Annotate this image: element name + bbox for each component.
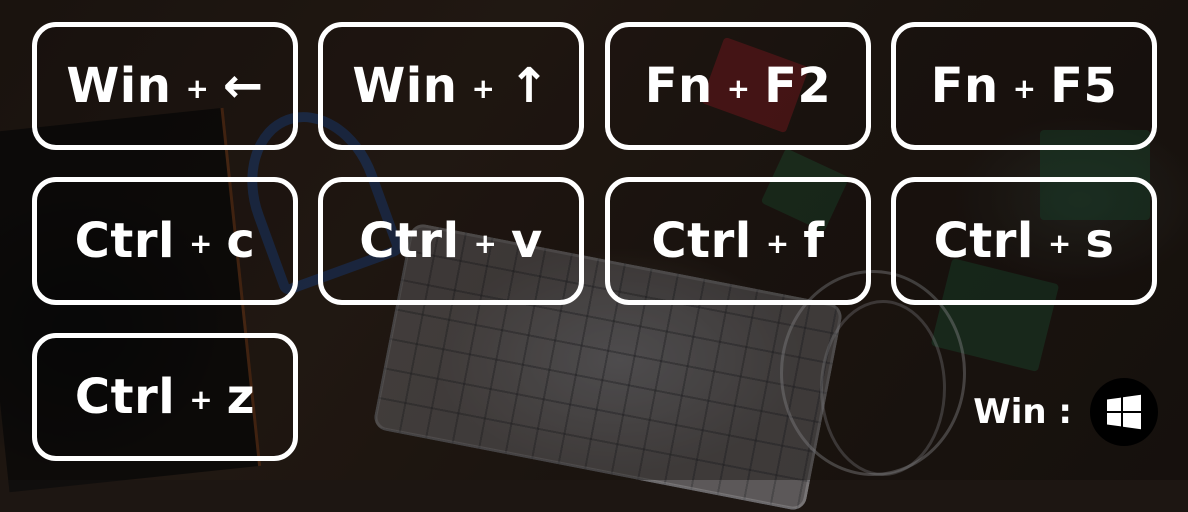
shortcut-arg: v xyxy=(510,213,543,269)
shortcut-tile-fn-f5: Fn + F5 xyxy=(891,22,1157,150)
shortcut-key: Ctrl xyxy=(359,213,460,269)
shortcut-tile-ctrl-c: Ctrl + c xyxy=(32,177,298,305)
shortcut-tile-ctrl-z: Ctrl + z xyxy=(32,333,298,461)
shortcut-key: Ctrl xyxy=(933,213,1034,269)
shortcut-key: Win xyxy=(66,58,172,114)
arrow-left-icon: ← xyxy=(222,58,264,114)
plus-sign: + xyxy=(188,227,213,260)
plus-sign: + xyxy=(471,72,495,105)
windows-logo-glyph xyxy=(1107,394,1141,430)
arrow-up-icon: ↑ xyxy=(508,58,550,114)
plus-sign: + xyxy=(185,72,209,105)
shortcut-arg: s xyxy=(1085,213,1115,269)
shortcut-arg: F2 xyxy=(764,58,832,114)
shortcut-key: Win xyxy=(352,58,458,114)
plus-sign: + xyxy=(765,227,790,260)
shortcut-arg: f xyxy=(803,213,825,269)
shortcut-tile-win-left: Win + ← xyxy=(32,22,298,150)
shortcut-arg: F5 xyxy=(1050,58,1118,114)
shortcut-key: Ctrl xyxy=(651,213,752,269)
shortcut-key: Ctrl xyxy=(74,369,176,425)
shortcut-tile-ctrl-f: Ctrl + f xyxy=(605,177,871,305)
plus-sign: + xyxy=(189,383,213,416)
legend-label: Win : xyxy=(973,392,1072,432)
shortcut-tile-win-up: Win + ↑ xyxy=(318,22,584,150)
shortcut-arg: c xyxy=(226,213,256,269)
plus-sign: + xyxy=(1012,72,1037,105)
shortcut-tile-ctrl-s: Ctrl + s xyxy=(891,177,1157,305)
plus-sign: + xyxy=(1047,227,1072,260)
plus-sign: + xyxy=(473,227,497,260)
shortcut-key: Fn xyxy=(930,58,999,114)
shortcut-tile-fn-f2: Fn + F2 xyxy=(605,22,871,150)
shortcut-key: Ctrl xyxy=(74,213,175,269)
shortcut-tile-ctrl-v: Ctrl + v xyxy=(318,177,584,305)
plus-sign: + xyxy=(726,72,751,105)
shortcut-arg: z xyxy=(226,369,256,425)
win-key-legend: Win : xyxy=(973,378,1158,446)
windows-logo-icon xyxy=(1090,378,1158,446)
shortcut-key: Fn xyxy=(644,58,713,114)
